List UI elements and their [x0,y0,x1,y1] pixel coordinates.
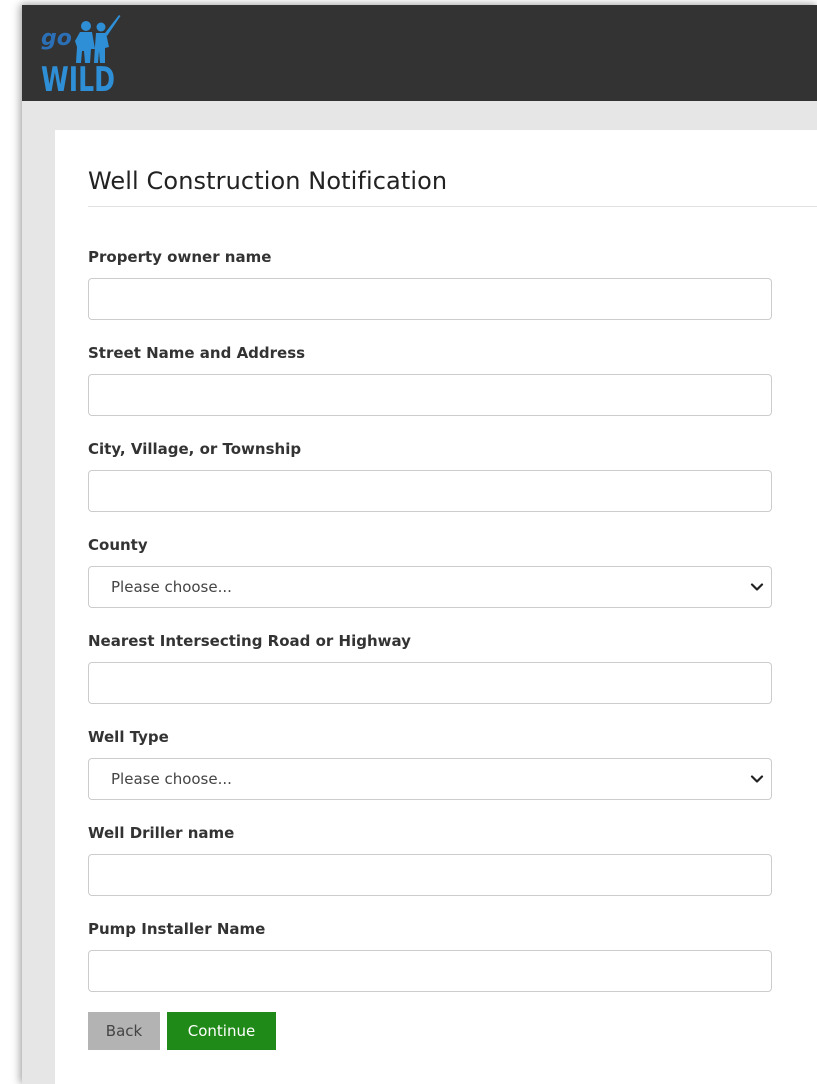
county-select-value: Please choose... [111,578,232,596]
pump-installer-name-input[interactable] [88,950,772,992]
city-village-township-input[interactable] [88,470,772,512]
well-driller-name-label: Well Driller name [88,824,235,842]
logo-text-wild: WILD [41,60,115,95]
nearest-road-label: Nearest Intersecting Road or Highway [88,632,411,650]
county-label: County [88,536,148,554]
pump-installer-name-label: Pump Installer Name [88,920,266,938]
property-owner-name-label: Property owner name [88,248,272,266]
city-village-township-label: City, Village, or Township [88,440,302,458]
well-type-select-value: Please choose... [111,770,232,788]
logo-text-go: go [41,26,72,51]
form-card: Well Construction Notification Property … [55,130,817,1084]
browser-viewport: go WILD Well Construction Notification P… [22,5,817,1084]
nearest-road-input[interactable] [88,662,772,704]
site-header: go WILD [22,5,817,101]
gowild-logo[interactable]: go WILD [39,11,129,95]
back-button[interactable]: Back [88,1012,160,1050]
title-divider [88,206,817,207]
well-type-select[interactable]: Please choose... [88,758,772,800]
property-owner-name-input[interactable] [88,278,772,320]
hunter-fisher-silhouette-icon [75,15,121,63]
street-address-input[interactable] [88,374,772,416]
chevron-down-icon [750,583,764,591]
street-address-label: Street Name and Address [88,344,306,362]
continue-button[interactable]: Continue [167,1012,276,1050]
chevron-down-icon [750,775,764,783]
county-select[interactable]: Please choose... [88,566,772,608]
page-title: Well Construction Notification [88,167,448,195]
well-type-label: Well Type [88,728,169,746]
well-driller-name-input[interactable] [88,854,772,896]
